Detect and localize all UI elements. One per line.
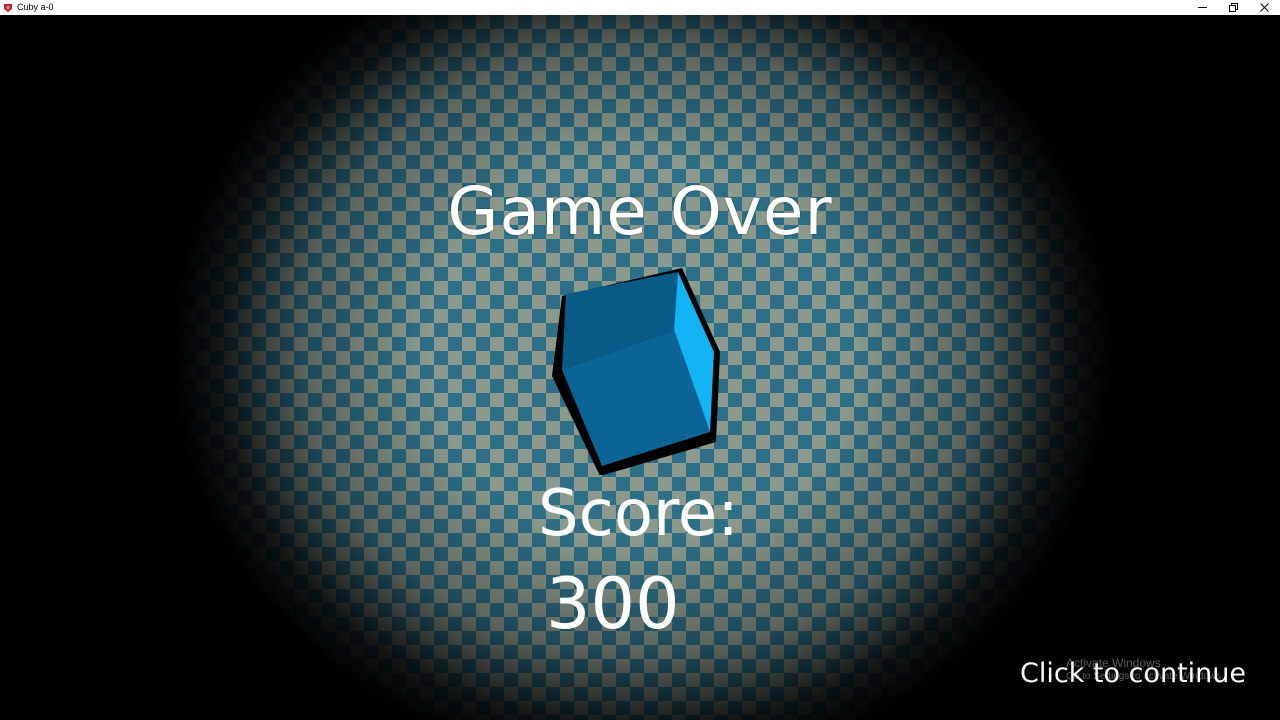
game-viewport[interactable]: Game Over Score: 300 Activate Windows Go…: [0, 15, 1280, 720]
close-button[interactable]: [1249, 0, 1280, 15]
score-label: Score:: [538, 477, 739, 551]
window-title: Cuby a-0: [17, 2, 54, 12]
minimize-icon: [1198, 7, 1207, 8]
score-value: 300: [546, 563, 680, 645]
window-controls: [1187, 0, 1280, 15]
window-titlebar: Cuby a-0: [0, 0, 1280, 15]
restore-button[interactable]: [1218, 0, 1249, 15]
cube-icon: [552, 268, 720, 475]
restore-icon: [1229, 3, 1238, 12]
game-over-heading: Game Over: [447, 173, 833, 250]
click-to-continue-prompt[interactable]: Click to continue: [1020, 658, 1246, 689]
minimize-button[interactable]: [1187, 0, 1218, 15]
app-icon: [4, 3, 12, 12]
close-icon: [1260, 3, 1269, 12]
